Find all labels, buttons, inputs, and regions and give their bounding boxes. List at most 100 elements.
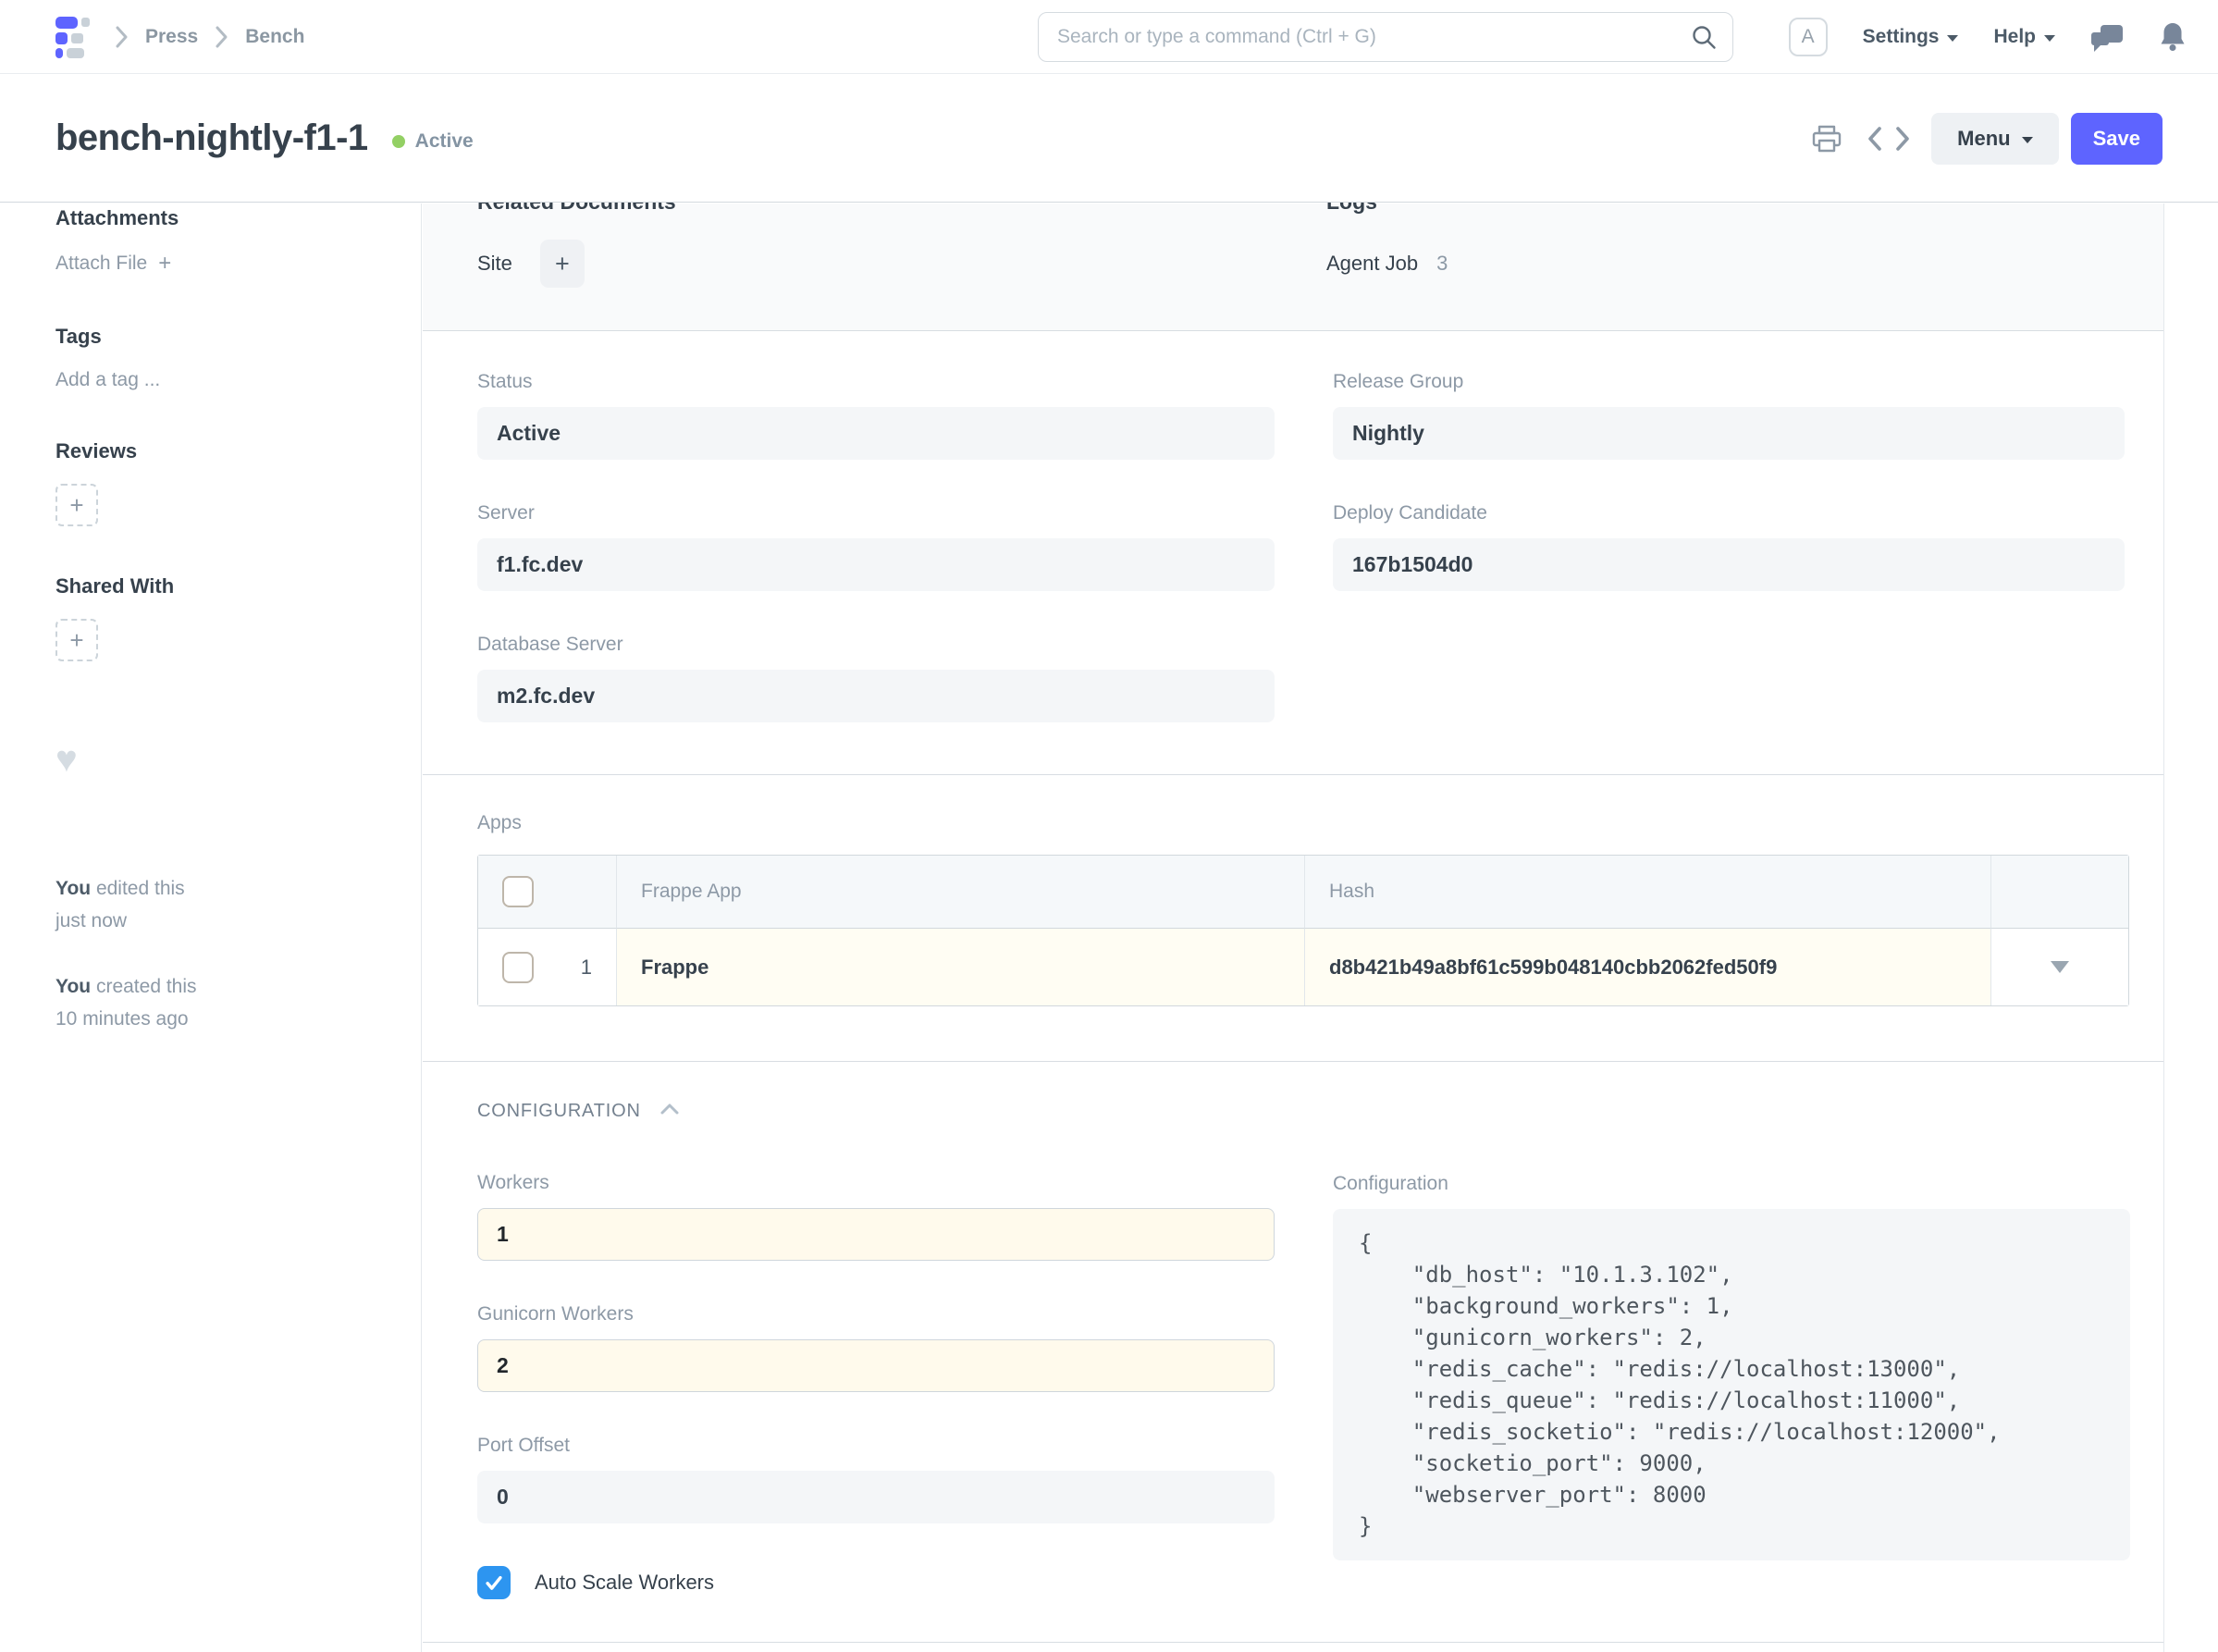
settings-menu[interactable]: Settings <box>1863 26 1959 48</box>
add-review-button[interactable]: + <box>55 484 98 526</box>
database-server-field: Database Server m2.fc.dev <box>477 634 1275 722</box>
plus-icon: + <box>555 250 570 278</box>
select-all-checkbox[interactable] <box>502 876 534 907</box>
chevron-right-icon <box>115 25 129 49</box>
deploy-candidate-label: Deploy Candidate <box>1333 502 2125 524</box>
form-column: Related Documents Site + Logs Agent Job … <box>423 203 2164 1652</box>
auto-scale-workers-checkbox[interactable] <box>477 1566 511 1599</box>
table-cell-hash[interactable]: d8b421b49a8bf61c599b048140cbb2062fed50f9 <box>1305 929 1991 1005</box>
edited-entry: You edited this just now <box>55 872 384 937</box>
add-tag-button[interactable]: Add a tag ... <box>55 369 160 391</box>
port-offset-value[interactable]: 0 <box>477 1471 1275 1523</box>
workers-field: Workers 1 <box>477 1172 1275 1261</box>
content-area: Attachments Attach File + Tags Add a tag… <box>0 203 2218 1652</box>
settings-label: Settings <box>1863 26 1940 48</box>
apps-section-label: Apps <box>477 812 2163 834</box>
shared-with-heading: Shared With <box>55 574 384 598</box>
agent-job-link[interactable]: Agent Job <box>1326 252 1418 276</box>
table-header-hash: Hash <box>1305 856 1991 929</box>
print-icon[interactable] <box>1811 124 1842 154</box>
configuration-json-label: Configuration <box>1333 1173 2130 1195</box>
help-menu[interactable]: Help <box>1993 26 2055 48</box>
gunicorn-workers-field: Gunicorn Workers 2 <box>477 1303 1275 1392</box>
table-header-actions <box>1991 856 2128 929</box>
database-server-label: Database Server <box>477 634 1275 656</box>
gunicorn-workers-input[interactable]: 2 <box>477 1339 1275 1392</box>
status-field: Status Active <box>477 371 1275 460</box>
avatar-letter: A <box>1802 26 1815 48</box>
next-document-chevron-right-icon[interactable] <box>1895 126 1911 152</box>
deploy-candidate-field: Deploy Candidate 167b1504d0 <box>1333 502 2125 591</box>
created-when: 10 minutes ago <box>55 1008 189 1029</box>
release-group-value[interactable]: Nightly <box>1333 407 2125 460</box>
form-sidebar: Attachments Attach File + Tags Add a tag… <box>0 203 422 1652</box>
configuration-json-block: { "db_host": "10.1.3.102", "background_w… <box>1333 1209 2130 1560</box>
configuration-json: { "db_host": "10.1.3.102", "background_w… <box>1359 1227 2104 1542</box>
server-field: Server f1.fc.dev <box>477 502 1275 591</box>
menu-button[interactable]: Menu <box>1931 113 2058 165</box>
database-server-value[interactable]: m2.fc.dev <box>477 670 1275 722</box>
table-cell-frappe-app[interactable]: Frappe <box>617 929 1305 1005</box>
edited-who: You <box>55 878 91 899</box>
plus-icon: + <box>158 251 171 277</box>
avatar[interactable]: A <box>1789 18 1828 56</box>
menu-button-label: Menu <box>1957 127 2010 151</box>
chevron-up-icon <box>659 1103 680 1120</box>
table-header-frappe-app: Frappe App <box>617 856 1305 929</box>
attach-file-label: Attach File <box>55 253 147 275</box>
created-action: created this <box>96 976 197 997</box>
add-share-button[interactable]: + <box>55 619 98 661</box>
attach-file-button[interactable]: Attach File + <box>55 251 171 277</box>
search-input[interactable] <box>1038 12 1733 62</box>
attachments-heading: Attachments <box>55 206 384 230</box>
configuration-section-toggle[interactable]: CONFIGURATION <box>477 1101 2163 1122</box>
row-dropdown-icon[interactable] <box>2051 961 2069 973</box>
apps-table: Frappe App Hash 1 Frappe d8b421b49a8bf61… <box>477 855 2129 1006</box>
agent-job-count: 3 <box>1436 252 1448 276</box>
configuration-section: CONFIGURATION Workers 1 Gunicorn Workers <box>423 1062 2163 1643</box>
frappe-logo-icon[interactable] <box>55 16 98 58</box>
status-value[interactable]: Active <box>477 407 1275 460</box>
release-group-field: Release Group Nightly <box>1333 371 2125 460</box>
status-label: Status <box>477 371 1275 393</box>
breadcrumb-item-bench[interactable]: Bench <box>245 26 304 48</box>
navbar: Press Bench A Settings Help <box>0 0 2218 74</box>
chat-icon[interactable] <box>2090 21 2124 53</box>
breadcrumb-item-press[interactable]: Press <box>145 26 198 48</box>
notifications-bell-icon[interactable] <box>2159 21 2187 53</box>
details-section: Status Active Server f1.fc.dev Database … <box>423 331 2163 775</box>
auto-scale-workers-field: Auto Scale Workers <box>477 1566 1275 1599</box>
activity-log: You edited this just now You created thi… <box>55 872 384 1035</box>
plus-icon: + <box>69 626 83 655</box>
help-label: Help <box>1993 26 2036 48</box>
chevron-down-icon <box>2022 137 2033 143</box>
new-site-button[interactable]: + <box>540 240 585 288</box>
site-link[interactable]: Site <box>477 252 512 276</box>
reviews-heading: Reviews <box>55 439 384 463</box>
row-checkbox[interactable] <box>502 952 534 983</box>
server-label: Server <box>477 502 1275 524</box>
search-icon <box>1691 24 1717 55</box>
page-head: bench-nightly-f1-1 Active Menu <box>0 74 2218 203</box>
chevron-right-icon <box>215 25 228 49</box>
auto-scale-workers-label: Auto Scale Workers <box>535 1571 714 1595</box>
table-row-select-cell: 1 <box>478 929 617 1005</box>
global-search <box>1038 12 1733 62</box>
edited-action: edited this <box>96 878 185 899</box>
plus-icon: + <box>69 491 83 520</box>
save-button[interactable]: Save <box>2071 113 2163 165</box>
page-title: bench-nightly-f1-1 <box>55 117 368 159</box>
created-who: You <box>55 976 91 997</box>
deploy-candidate-value[interactable]: 167b1504d0 <box>1333 538 2125 591</box>
gunicorn-workers-label: Gunicorn Workers <box>477 1303 1275 1325</box>
form-main: Related Documents Site + Logs Agent Job … <box>423 203 2218 1652</box>
like-heart-icon[interactable]: ♥ <box>55 741 384 778</box>
chevron-down-icon <box>2044 35 2055 42</box>
app-screen: Press Bench A Settings Help <box>0 0 2218 1652</box>
server-value[interactable]: f1.fc.dev <box>477 538 1275 591</box>
workers-label: Workers <box>477 1172 1275 1194</box>
breadcrumb: Press Bench <box>55 0 304 74</box>
prev-document-chevron-left-icon[interactable] <box>1867 126 1882 152</box>
port-offset-label: Port Offset <box>477 1435 1275 1457</box>
workers-input[interactable]: 1 <box>477 1208 1275 1261</box>
